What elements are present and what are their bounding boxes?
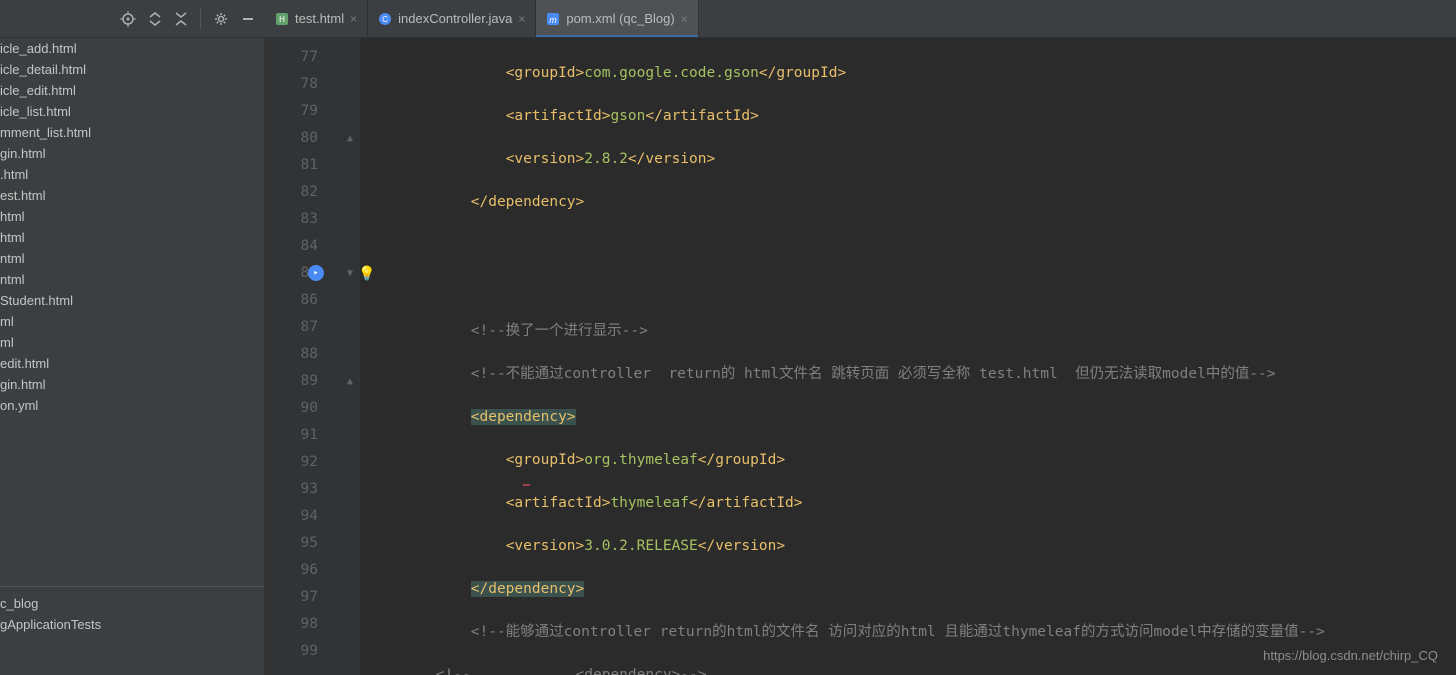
file-item[interactable]: .html xyxy=(0,164,264,185)
tab-label: test.html xyxy=(295,11,344,26)
line-number: 79 xyxy=(265,98,340,125)
file-item[interactable]: ntml xyxy=(0,269,264,290)
line-number: 77 xyxy=(265,44,340,71)
tab-label: indexController.java xyxy=(398,11,512,26)
line-number: 98 xyxy=(265,611,340,638)
line-number: 95 xyxy=(265,530,340,557)
line-number: 93 xyxy=(265,476,340,503)
line-number: 82 xyxy=(265,179,340,206)
editor-tabs: H test.html × C indexController.java × m… xyxy=(265,0,1456,37)
tab-pom-xml[interactable]: m pom.xml (qc_Blog) × xyxy=(536,0,698,37)
line-number: 90 xyxy=(265,395,340,422)
file-item[interactable]: icle_detail.html xyxy=(0,59,264,80)
file-list: icle_add.html icle_detail.html icle_edit… xyxy=(0,38,264,586)
maven-icon: m xyxy=(546,12,560,26)
file-item[interactable]: gApplicationTests xyxy=(0,614,264,635)
top-toolbar: H test.html × C indexController.java × m… xyxy=(0,0,1456,38)
structure-list: c_blog gApplicationTests xyxy=(0,586,264,675)
line-number: 91 xyxy=(265,422,340,449)
lightbulb-icon[interactable]: 💡 xyxy=(358,266,375,282)
collapse-all-icon[interactable] xyxy=(174,12,188,26)
file-item[interactable]: edit.html xyxy=(0,353,264,374)
fold-handle[interactable]: ▲ xyxy=(340,368,360,395)
svg-text:m: m xyxy=(550,15,558,25)
line-gutter: 77 78 79 80 81 82 83 84 85▸ 86 87 88 89 … xyxy=(265,38,340,675)
line-number: 99 xyxy=(265,638,340,665)
line-number: 96 xyxy=(265,557,340,584)
file-item[interactable]: est.html xyxy=(0,185,264,206)
line-number: 92 xyxy=(265,449,340,476)
svg-text:H: H xyxy=(279,15,285,24)
main-area: icle_add.html icle_detail.html icle_edit… xyxy=(0,38,1456,675)
file-item[interactable]: Student.html xyxy=(0,290,264,311)
close-icon[interactable]: × xyxy=(681,12,688,26)
line-number: 80 xyxy=(265,125,340,152)
file-item[interactable]: ml xyxy=(0,332,264,353)
close-icon[interactable]: × xyxy=(350,12,357,26)
file-item[interactable]: icle_edit.html xyxy=(0,80,264,101)
expand-all-icon[interactable] xyxy=(148,12,162,26)
gear-icon[interactable] xyxy=(213,11,229,27)
fold-handle[interactable]: ▼💡 xyxy=(340,260,360,287)
watermark: https://blog.csdn.net/chirp_CQ xyxy=(1263,648,1438,663)
project-sidebar: icle_add.html icle_detail.html icle_edit… xyxy=(0,38,265,675)
line-number: 97 xyxy=(265,584,340,611)
file-item[interactable]: html xyxy=(0,227,264,248)
tab-label: pom.xml (qc_Blog) xyxy=(566,11,674,26)
file-item[interactable]: icle_add.html xyxy=(0,38,264,59)
fold-column: ▲ ▼💡 ▲ xyxy=(340,38,360,675)
line-number: 86 xyxy=(265,287,340,314)
file-item[interactable]: mment_list.html xyxy=(0,122,264,143)
line-number: 88 xyxy=(265,341,340,368)
fold-handle[interactable]: ▲ xyxy=(340,125,360,152)
toolbar-left xyxy=(0,0,265,37)
run-icon[interactable]: ▸ xyxy=(308,265,324,281)
line-number: 94 xyxy=(265,503,340,530)
line-number: 87 xyxy=(265,314,340,341)
line-number: 83 xyxy=(265,206,340,233)
svg-text:C: C xyxy=(382,15,388,24)
close-icon[interactable]: × xyxy=(518,12,525,26)
file-item[interactable]: ml xyxy=(0,311,264,332)
line-number: 78 xyxy=(265,71,340,98)
tab-test-html[interactable]: H test.html × xyxy=(265,0,368,37)
file-item[interactable]: html xyxy=(0,206,264,227)
html-icon: H xyxy=(275,12,289,26)
file-item[interactable]: on.yml xyxy=(0,395,264,416)
java-icon: C xyxy=(378,12,392,26)
tab-index-controller[interactable]: C indexController.java × xyxy=(368,0,536,37)
line-number: 85▸ xyxy=(265,260,340,287)
file-item[interactable]: c_blog xyxy=(0,593,264,614)
line-number: 81 xyxy=(265,152,340,179)
error-stripe xyxy=(523,484,530,486)
minimize-icon[interactable] xyxy=(241,12,255,26)
line-number: 89 xyxy=(265,368,340,395)
code-area[interactable]: <groupId>com.google.code.gson</groupId> … xyxy=(360,38,1456,675)
line-number: 84 xyxy=(265,233,340,260)
file-item[interactable]: gin.html xyxy=(0,143,264,164)
target-icon[interactable] xyxy=(120,11,136,27)
code-editor[interactable]: 77 78 79 80 81 82 83 84 85▸ 86 87 88 89 … xyxy=(265,38,1456,675)
file-item[interactable]: ntml xyxy=(0,248,264,269)
file-item[interactable]: gin.html xyxy=(0,374,264,395)
file-item[interactable]: icle_list.html xyxy=(0,101,264,122)
toolbar-separator xyxy=(200,9,201,29)
